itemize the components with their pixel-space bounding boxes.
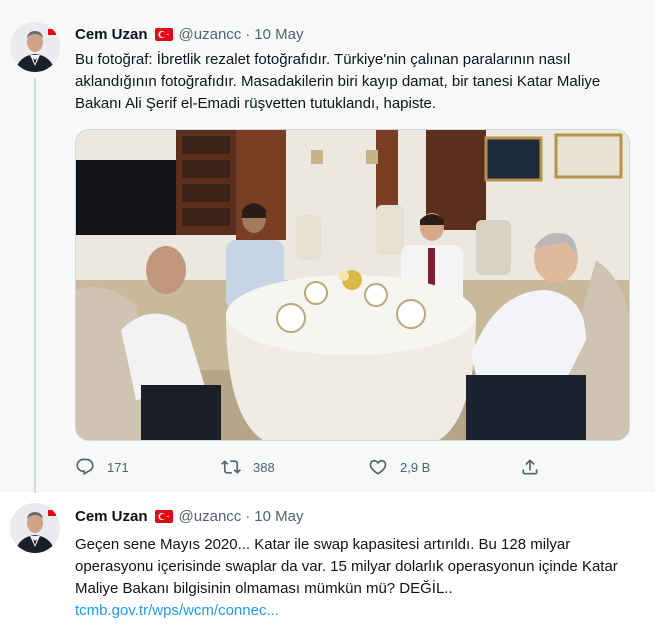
tweet[interactable]: Cem Uzan @uzancc · 10 May Bu fotoğraf: İ… (0, 0, 655, 498)
author-handle[interactable]: @uzancc (179, 508, 242, 525)
tweet-date[interactable]: 10 May (254, 26, 303, 43)
retweet-icon (221, 460, 241, 474)
like-button[interactable]: 2,9 B (368, 452, 430, 482)
reply-button[interactable]: 171 (75, 452, 129, 482)
avatar[interactable] (10, 22, 60, 72)
thread-connector-line (34, 78, 36, 498)
retweet-count: 388 (253, 459, 275, 475)
tweet-text-block: Geçen sene Mayıs 2020... Katar ile swap … (75, 534, 635, 622)
author-name[interactable]: Cem Uzan (75, 508, 148, 525)
like-count: 2,9 B (400, 459, 431, 475)
tweet-header: Cem Uzan @uzancc · 10 May (75, 505, 304, 527)
tweet-date[interactable]: 10 May (254, 508, 303, 525)
separator-dot: · (245, 25, 251, 43)
tweet[interactable]: Cem Uzan @uzancc · 10 May Geçen sene May… (0, 493, 655, 625)
like-icon (369, 459, 387, 475)
tweet-text: Geçen sene Mayıs 2020... Katar ile swap … (75, 536, 618, 597)
tweet-link[interactable]: tcmb.gov.tr/wps/wcm/connec... (75, 602, 279, 619)
tweet-actions: 171 388 2,9 B (75, 452, 555, 482)
tweet-text: Bu fotoğraf: İbretlik rezalet fotoğrafıd… (75, 51, 601, 112)
share-icon (522, 459, 538, 475)
author-handle[interactable]: @uzancc (179, 26, 242, 43)
separator-dot: · (245, 507, 251, 525)
tweet-photo[interactable] (75, 129, 630, 441)
share-button[interactable] (520, 452, 540, 482)
author-name[interactable]: Cem Uzan (75, 26, 148, 43)
reply-count: 171 (107, 459, 129, 475)
tweet-header: Cem Uzan @uzancc · 10 May (75, 23, 304, 45)
turkey-flag-icon (154, 509, 173, 523)
reply-icon (76, 458, 94, 476)
avatar[interactable] (10, 503, 60, 553)
turkey-flag-icon (154, 27, 173, 41)
retweet-button[interactable]: 388 (221, 452, 275, 482)
